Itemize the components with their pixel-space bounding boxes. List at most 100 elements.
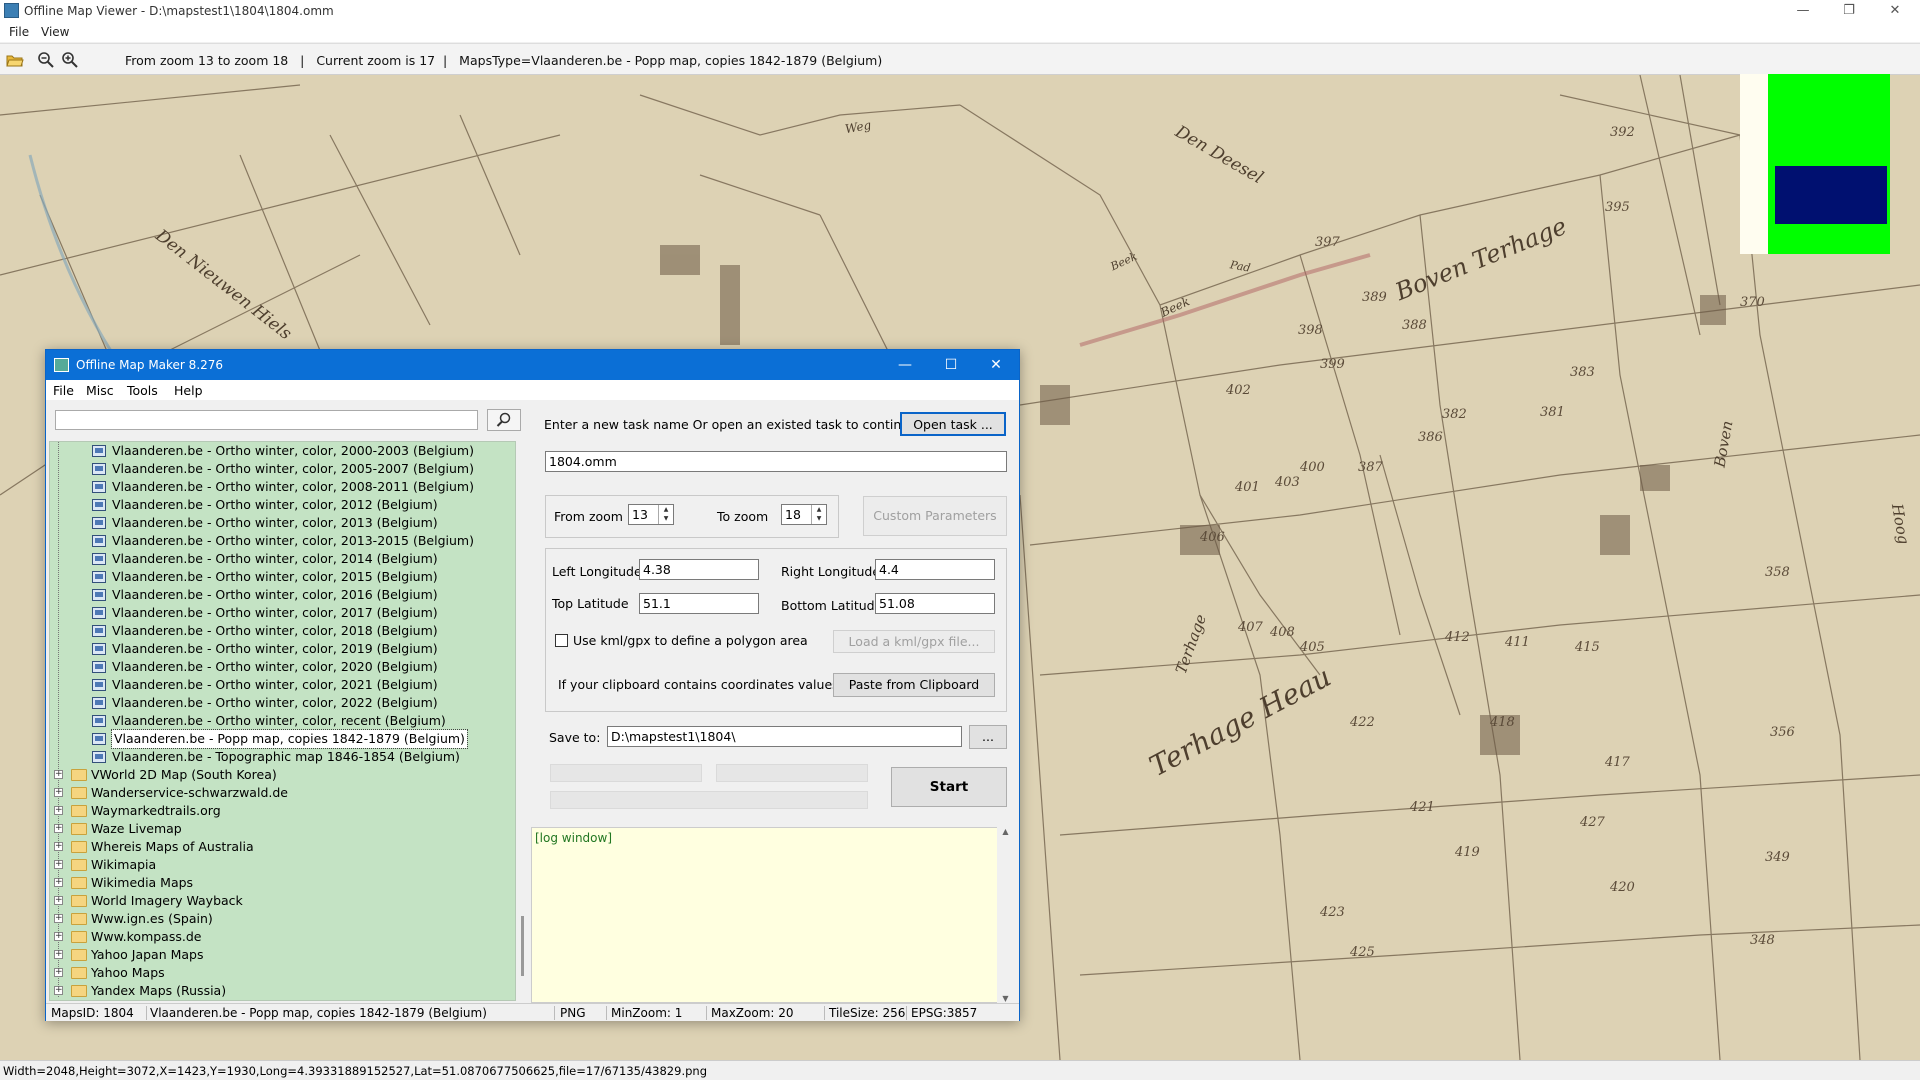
- tree-map-item[interactable]: Vlaanderen.be - Ortho winter, color, 202…: [50, 694, 515, 712]
- tree-map-item[interactable]: Vlaanderen.be - Ortho winter, color, 201…: [50, 532, 515, 550]
- tree-map-item[interactable]: Vlaanderen.be - Popp map, copies 1842-18…: [50, 729, 515, 749]
- tree-map-item[interactable]: Vlaanderen.be - Ortho winter, color, 201…: [50, 496, 515, 514]
- tree-folder-item[interactable]: + Www.kompass.de: [50, 928, 515, 946]
- tree-folder-item[interactable]: + Yahoo Maps: [50, 964, 515, 982]
- tree-map-item[interactable]: Vlaanderen.be - Ortho winter, color, 202…: [50, 658, 515, 676]
- menu-view[interactable]: View: [41, 25, 69, 39]
- minimap[interactable]: [1740, 74, 1890, 254]
- to-zoom-spinner[interactable]: 18 ▲ ▼: [781, 504, 827, 525]
- tree-folder-item[interactable]: + Yahoo Japan Maps: [50, 946, 515, 964]
- expand-icon[interactable]: +: [54, 950, 63, 959]
- tree-map-item[interactable]: Vlaanderen.be - Ortho winter, color, 202…: [50, 676, 515, 694]
- parcel-number: 387: [1358, 460, 1383, 475]
- right-longitude-input[interactable]: 4.4: [875, 559, 995, 580]
- spinner-arrows-icon[interactable]: ▲ ▼: [811, 505, 826, 524]
- expand-icon[interactable]: +: [54, 824, 63, 833]
- spinner-arrows-icon[interactable]: ▲ ▼: [658, 505, 673, 524]
- tree-map-item[interactable]: Vlaanderen.be - Ortho winter, color, 201…: [50, 604, 515, 622]
- expand-icon[interactable]: +: [54, 896, 63, 905]
- tree-scrollbar-thumb[interactable]: [521, 916, 524, 976]
- open-folder-icon[interactable]: [6, 51, 24, 69]
- expand-icon[interactable]: +: [54, 770, 63, 779]
- save-path-input[interactable]: D:\mapstest1\1804\: [607, 726, 962, 747]
- tree-folder-item[interactable]: + Wikimapia: [50, 856, 515, 874]
- left-longitude-input[interactable]: 4.38: [639, 559, 759, 580]
- tree-folder-item[interactable]: + Whereis Maps of Australia: [50, 838, 515, 856]
- map-source-tree[interactable]: Vlaanderen.be - Ortho winter, color, 200…: [49, 441, 516, 1001]
- minimap-viewport: [1775, 166, 1887, 224]
- tree-folder-item[interactable]: + VWorld 2D Map (South Korea): [50, 766, 515, 784]
- tree-folder-item[interactable]: + Wanderservice-schwarzwald.de: [50, 784, 515, 802]
- expand-icon[interactable]: +: [54, 932, 63, 941]
- browse-button[interactable]: ...: [969, 725, 1007, 749]
- tree-folder-item[interactable]: + Www.ign.es (Spain): [50, 910, 515, 928]
- kml-polygon-checkbox[interactable]: [555, 634, 568, 647]
- expand-icon[interactable]: +: [54, 788, 63, 797]
- tree-map-item[interactable]: Vlaanderen.be - Ortho winter, color, 201…: [50, 550, 515, 568]
- tree-map-item[interactable]: Vlaanderen.be - Topographic map 1846-185…: [50, 748, 515, 766]
- tree-folder-label: Waymarkedtrails.org: [91, 803, 221, 818]
- tree-folder-item[interactable]: + Wikimedia Maps: [50, 874, 515, 892]
- status-max-zoom: MaxZoom: 20: [711, 1006, 794, 1020]
- tree-map-item[interactable]: Vlaanderen.be - Ortho winter, color, 200…: [50, 478, 515, 496]
- tree-folder-item[interactable]: + Waze Livemap: [50, 820, 515, 838]
- tree-folder-label: Wikimedia Maps: [91, 875, 194, 890]
- tree-folder-item[interactable]: + World Imagery Wayback: [50, 892, 515, 910]
- search-button[interactable]: [487, 409, 521, 431]
- kml-polygon-label: Use kml/gpx to define a polygon area: [573, 633, 808, 648]
- expand-icon[interactable]: +: [54, 842, 63, 851]
- dialog-menu-help[interactable]: Help: [174, 383, 203, 398]
- task-name-input[interactable]: 1804.omm: [545, 451, 1007, 472]
- expand-icon[interactable]: +: [54, 968, 63, 977]
- tree-map-item[interactable]: Vlaanderen.be - Ortho winter, color, 201…: [50, 568, 515, 586]
- map-layer-icon: [92, 679, 106, 691]
- folder-icon: [71, 877, 87, 889]
- top-latitude-input[interactable]: 51.1: [639, 593, 759, 614]
- dialog-maximize-button[interactable]: ☐: [928, 350, 974, 380]
- close-button[interactable]: ✕: [1872, 0, 1918, 22]
- expand-icon[interactable]: +: [54, 914, 63, 923]
- tree-map-item[interactable]: Vlaanderen.be - Ortho winter, color, 200…: [50, 460, 515, 478]
- open-task-button[interactable]: Open task ...: [900, 412, 1006, 436]
- minimize-button[interactable]: —: [1780, 0, 1826, 22]
- zoom-in-icon[interactable]: [61, 51, 79, 69]
- start-button[interactable]: Start: [891, 767, 1007, 807]
- tree-map-item[interactable]: Vlaanderen.be - Ortho winter, color, 201…: [50, 514, 515, 532]
- bottom-latitude-input[interactable]: 51.08: [875, 593, 995, 614]
- dialog-statusbar: MapsID: 1804 Vlaanderen.be - Popp map, c…: [46, 1003, 1019, 1021]
- dialog-menu-file[interactable]: File: [53, 383, 74, 398]
- expand-icon[interactable]: +: [54, 878, 63, 887]
- tree-map-item[interactable]: Vlaanderen.be - Ortho winter, color, rec…: [50, 712, 515, 730]
- tree-map-item[interactable]: Vlaanderen.be - Ortho winter, color, 201…: [50, 622, 515, 640]
- bottom-latitude-label: Bottom Latitude: [781, 598, 883, 613]
- parcel-number: 407: [1238, 620, 1263, 635]
- tree-folder-item[interactable]: + Waymarkedtrails.org: [50, 802, 515, 820]
- expand-icon[interactable]: +: [54, 806, 63, 815]
- dialog-menu-misc[interactable]: Misc: [86, 383, 114, 398]
- expand-icon[interactable]: +: [54, 860, 63, 869]
- zoom-info-text: From zoom 13 to zoom 18 | Current zoom i…: [125, 53, 883, 68]
- tree-folder-item[interactable]: + Yandex Maps (Russia): [50, 982, 515, 1000]
- custom-parameters-button[interactable]: Custom Parameters: [863, 496, 1007, 536]
- expand-icon[interactable]: +: [54, 986, 63, 995]
- dialog-minimize-button[interactable]: —: [882, 350, 928, 380]
- tree-map-item[interactable]: Vlaanderen.be - Ortho winter, color, 200…: [50, 442, 515, 460]
- status-separator: [706, 1006, 707, 1020]
- scroll-down-icon[interactable]: ▼: [997, 994, 1014, 1003]
- paste-clipboard-button[interactable]: Paste from Clipboard: [833, 673, 995, 697]
- map-search-input[interactable]: [55, 410, 478, 430]
- tree-map-item[interactable]: Vlaanderen.be - Ortho winter, color, 201…: [50, 586, 515, 604]
- menu-file[interactable]: File: [9, 25, 29, 39]
- restore-button[interactable]: ❐: [1826, 0, 1872, 22]
- parcel-number: 408: [1270, 625, 1295, 640]
- log-scrollbar[interactable]: ▲ ▼: [997, 827, 1014, 1003]
- zoom-out-icon[interactable]: [37, 51, 55, 69]
- dialog-menu-tools[interactable]: Tools: [127, 383, 158, 398]
- from-zoom-label: From zoom: [554, 509, 623, 524]
- from-zoom-spinner[interactable]: 13 ▲ ▼: [628, 504, 674, 525]
- log-window[interactable]: [log window]: [531, 827, 1013, 1003]
- tree-map-item[interactable]: Vlaanderen.be - Ortho winter, color, 201…: [50, 640, 515, 658]
- dialog-close-button[interactable]: ✕: [973, 350, 1019, 380]
- load-kml-button[interactable]: Load a kml/gpx file...: [833, 630, 995, 653]
- scroll-up-icon[interactable]: ▲: [997, 827, 1014, 836]
